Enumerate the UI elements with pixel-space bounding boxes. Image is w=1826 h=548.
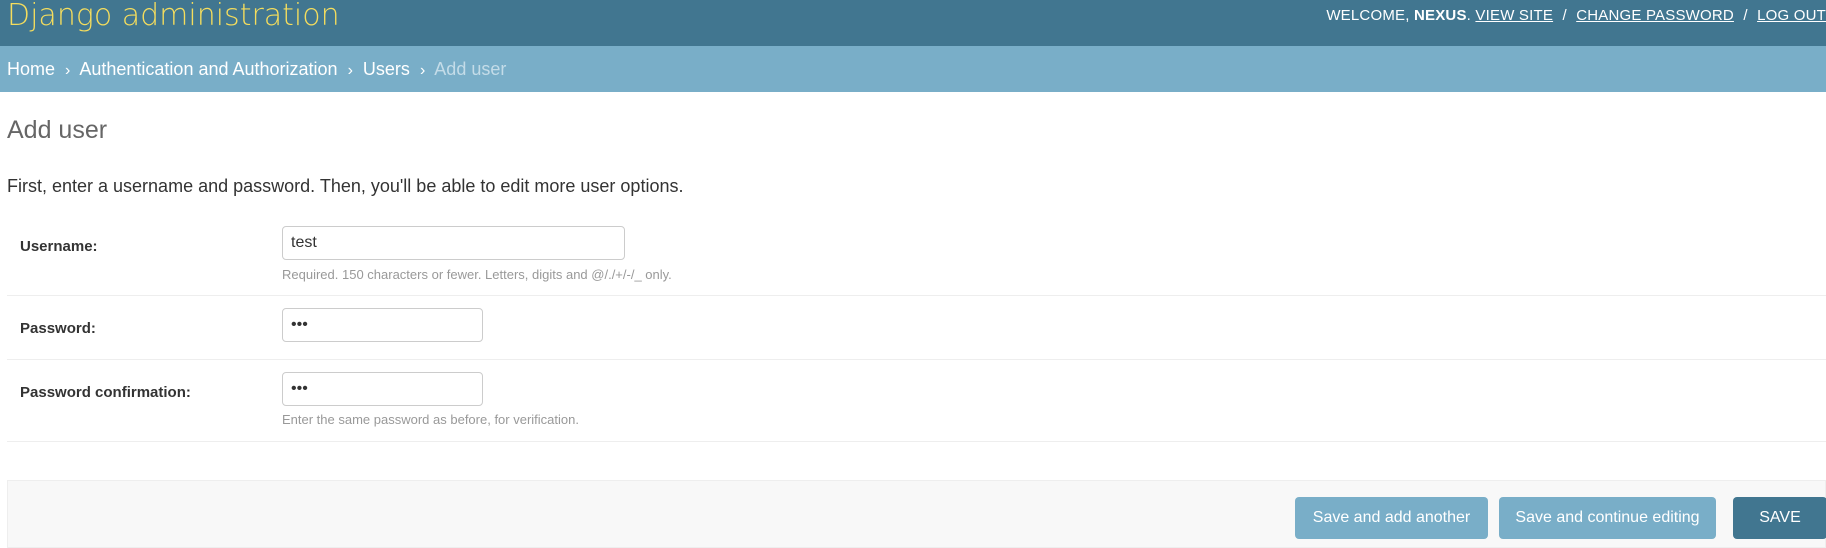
current-username: nexus xyxy=(1413,7,1467,24)
site-title[interactable]: Django administration xyxy=(7,0,340,32)
view-site-link[interactable]: View site xyxy=(1475,7,1553,24)
password-row: Password: xyxy=(7,296,1826,360)
password-label: Password: xyxy=(20,320,96,337)
log-out-link[interactable]: Log out xyxy=(1757,7,1826,24)
breadcrumb-users[interactable]: Users xyxy=(363,59,410,79)
breadcrumb-home[interactable]: Home xyxy=(7,59,55,79)
password-confirmation-help: Enter the same password as before, for v… xyxy=(282,412,579,427)
form-intro: First, enter a username and password. Th… xyxy=(7,176,684,196)
submit-row: Save and add another Save and continue e… xyxy=(7,480,1826,548)
username-row: Username: Required. 150 characters or fe… xyxy=(7,224,1826,296)
username-input[interactable] xyxy=(282,226,625,260)
breadcrumb-current: Add user xyxy=(434,59,507,79)
change-password-link[interactable]: Change password xyxy=(1576,7,1734,24)
save-and-add-another-button[interactable]: Save and add another xyxy=(1295,497,1488,539)
header: Django administration Welcome, nexus. Vi… xyxy=(0,0,1826,46)
save-button[interactable]: Save xyxy=(1733,497,1826,539)
save-and-continue-button[interactable]: Save and continue editing xyxy=(1499,497,1716,539)
username-label: Username: xyxy=(20,238,98,255)
password-input[interactable] xyxy=(282,308,483,342)
breadcrumb: Home › Authentication and Authorization … xyxy=(0,46,1826,92)
password-confirmation-label: Password confirmation: xyxy=(20,384,191,401)
breadcrumb-separator: › xyxy=(347,62,353,79)
user-tools-separator: / xyxy=(1562,7,1567,24)
welcome-text: Welcome, xyxy=(1326,7,1410,24)
password-confirmation-input[interactable] xyxy=(282,372,483,406)
user-tools: Welcome, nexus. View site / Change passw… xyxy=(1326,7,1826,24)
user-tools-separator: / xyxy=(1743,7,1748,24)
password-confirmation-row: Password confirmation: Enter the same pa… xyxy=(7,360,1826,442)
page-title: Add user xyxy=(7,116,108,144)
username-help: Required. 150 characters or fewer. Lette… xyxy=(282,267,672,282)
breadcrumb-separator: › xyxy=(65,62,71,79)
breadcrumb-separator: › xyxy=(419,62,426,79)
breadcrumb-auth[interactable]: Authentication and Authorization xyxy=(79,59,337,79)
